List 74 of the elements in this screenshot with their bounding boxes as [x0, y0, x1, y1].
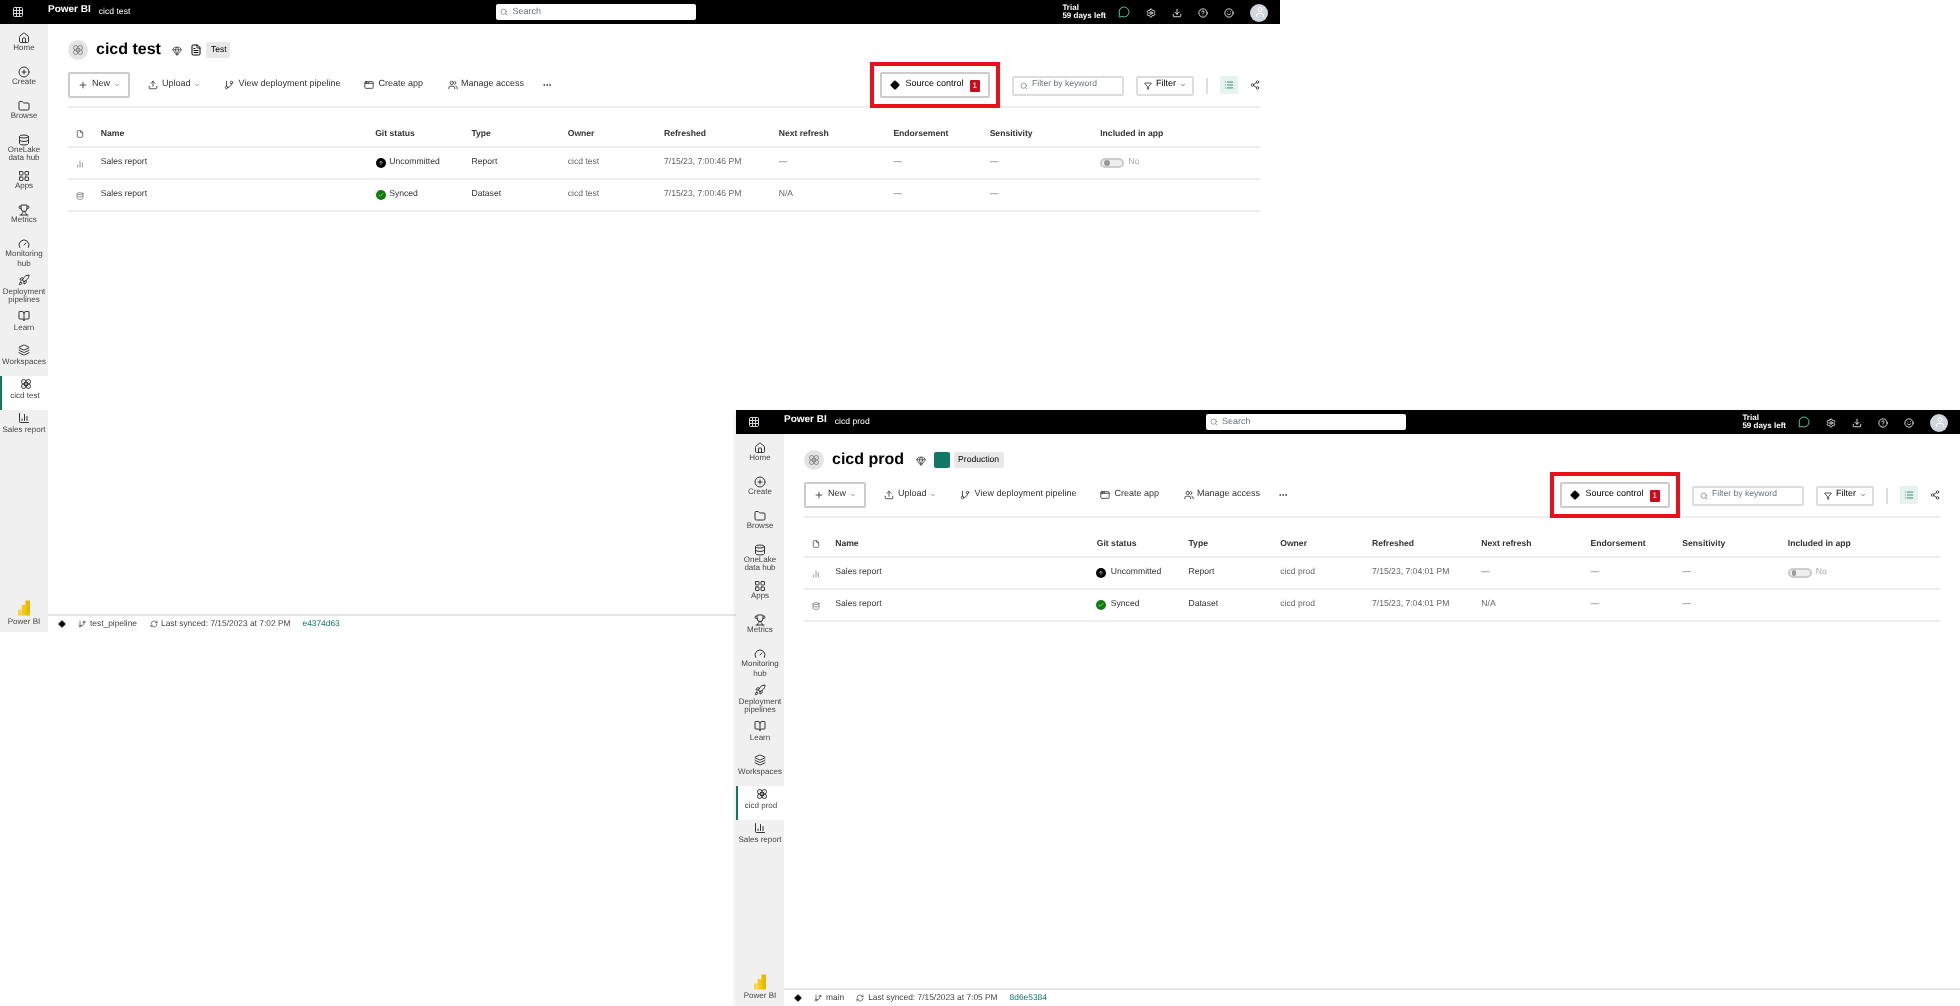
trophy-icon — [754, 613, 766, 626]
search-icon — [1700, 491, 1708, 499]
rocket-icon — [754, 684, 766, 697]
app-launcher-icon[interactable] — [748, 416, 760, 428]
folder-icon — [18, 99, 30, 111]
search-icon — [500, 8, 509, 16]
chart-icon — [18, 412, 30, 425]
plus-icon — [78, 80, 88, 90]
lineage-icon[interactable] — [1930, 490, 1940, 500]
users-icon — [447, 80, 457, 90]
toggle-switch[interactable] — [1100, 158, 1125, 168]
layers-icon — [18, 344, 30, 357]
layers-icon — [754, 754, 766, 767]
sync-icon — [856, 993, 865, 1002]
git-diamond-icon[interactable] — [794, 994, 802, 1002]
avatar[interactable] — [1250, 3, 1268, 21]
help-icon[interactable] — [1198, 7, 1208, 17]
feedback-icon[interactable] — [1904, 417, 1914, 427]
folder-icon — [754, 509, 766, 521]
plus-circle-icon — [754, 475, 766, 487]
help-icon[interactable] — [1878, 417, 1888, 427]
database-icon — [754, 543, 766, 555]
file-type-icon — [812, 540, 820, 548]
grid-icon — [18, 169, 30, 182]
settings-icon[interactable] — [1146, 7, 1156, 17]
lineage-icon[interactable] — [1250, 80, 1260, 90]
filter-icon — [1144, 81, 1152, 89]
workspace-title: cicd test — [96, 38, 161, 62]
grid-icon — [754, 579, 766, 592]
pipeline-icon — [224, 80, 235, 90]
rocket-icon — [18, 274, 30, 287]
app-icon — [1100, 490, 1111, 500]
gem-icon — [172, 45, 183, 55]
branch-icon — [814, 993, 822, 1002]
search-icon — [1210, 418, 1219, 426]
workspace-icon — [68, 40, 88, 60]
download-icon[interactable] — [1172, 7, 1182, 17]
settings-icon[interactable] — [1826, 417, 1836, 427]
toggle-switch[interactable] — [1787, 568, 1812, 578]
plus-circle-icon — [18, 65, 30, 77]
workspace-title: cicd prod — [832, 448, 905, 472]
gem-icon — [916, 455, 927, 465]
home-icon — [754, 441, 766, 453]
search-icon — [1020, 81, 1028, 89]
download-icon[interactable] — [1852, 417, 1862, 427]
upload-icon — [884, 490, 895, 500]
gauge-icon — [18, 237, 30, 250]
flower-icon — [755, 788, 767, 801]
trophy-icon — [18, 203, 30, 216]
app-icon — [364, 80, 375, 90]
git-diamond-icon — [1569, 490, 1580, 500]
flower-icon — [19, 378, 31, 391]
gauge-icon — [754, 647, 766, 660]
feedback-icon[interactable] — [1224, 7, 1234, 17]
users-icon — [1183, 490, 1193, 500]
book-icon — [18, 310, 30, 323]
grid-icon — [934, 452, 951, 468]
workspace-icon — [804, 450, 824, 470]
app-launcher-icon[interactable] — [12, 6, 24, 18]
sync-icon — [149, 619, 158, 628]
document-icon — [190, 44, 203, 56]
git-diamond-icon — [889, 80, 900, 90]
file-type-icon — [76, 130, 84, 138]
database-icon — [18, 133, 30, 145]
pipeline-icon — [960, 490, 971, 500]
book-icon — [754, 720, 766, 733]
upload-icon — [148, 80, 159, 90]
plus-icon — [814, 490, 824, 500]
git-diamond-icon[interactable] — [58, 620, 66, 628]
home-icon — [18, 31, 30, 43]
branch-icon — [78, 619, 86, 628]
avatar[interactable] — [1930, 413, 1948, 431]
filter-icon — [1824, 491, 1832, 499]
chart-icon — [754, 822, 766, 835]
